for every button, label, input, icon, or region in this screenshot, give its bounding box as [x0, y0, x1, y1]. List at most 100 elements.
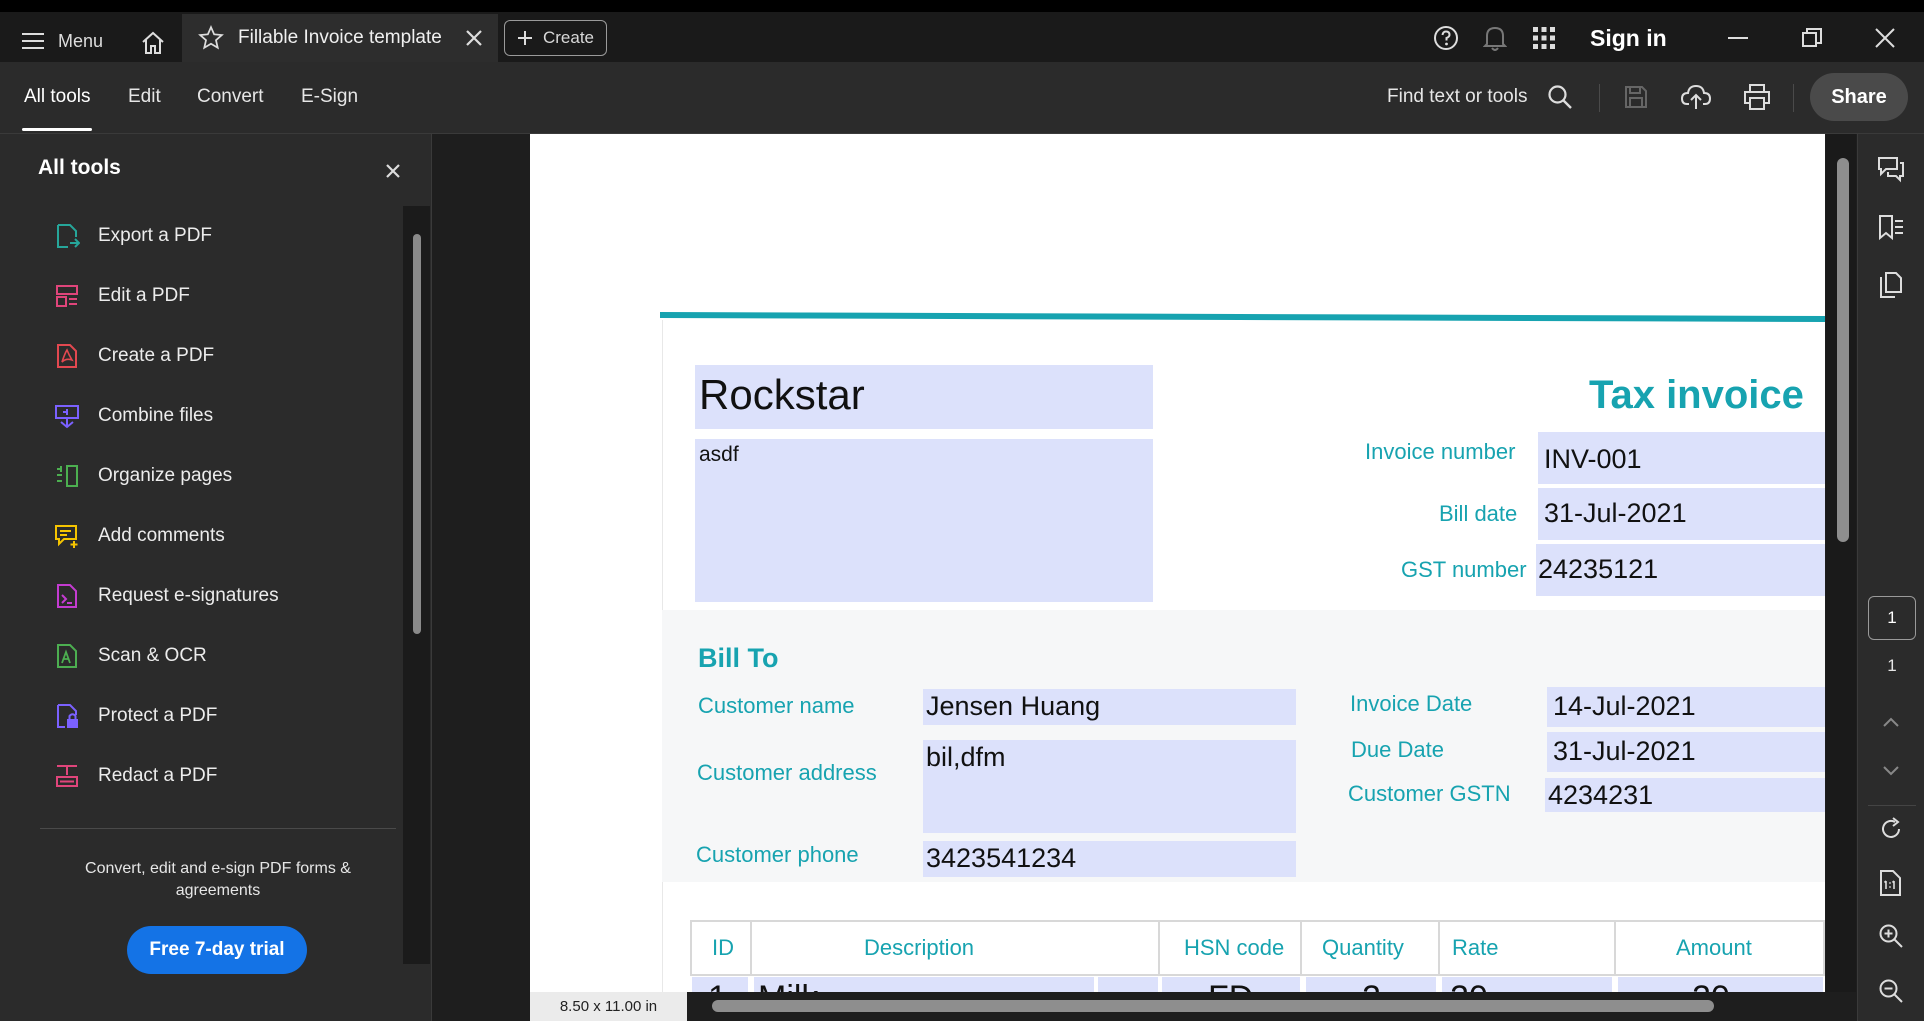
close-panel-icon[interactable]: [384, 162, 402, 180]
invoice-number-field[interactable]: INV-001: [1538, 432, 1825, 484]
tool-request-e-signatures[interactable]: Request e-signatures: [38, 566, 398, 626]
promo-text: Convert, edit and e-sign PDF forms & agr…: [85, 860, 351, 899]
zoom-out-button[interactable]: [1876, 976, 1906, 1006]
print-button[interactable]: [1742, 82, 1772, 112]
document-horizontal-scroll-thumb[interactable]: [712, 1000, 1714, 1012]
bill-date-label: Bill date: [1439, 501, 1518, 526]
invoice-date-field[interactable]: 14-Jul-2021: [1547, 687, 1825, 727]
tool-label: Create a PDF: [98, 345, 215, 366]
save-button[interactable]: [1621, 82, 1651, 112]
chevron-up-icon: [1883, 717, 1899, 727]
create-button[interactable]: Create: [504, 20, 607, 56]
tab-all-tools[interactable]: All tools: [24, 86, 91, 108]
star-icon[interactable]: [198, 25, 224, 51]
customer-gstn-field[interactable]: 4234231: [1545, 778, 1825, 812]
tool-add-comments[interactable]: Add comments: [38, 506, 398, 566]
tool-create-pdf[interactable]: Create a PDF: [38, 326, 398, 386]
all-tools-panel: All tools Export a PDF Edit a PDF Create…: [0, 134, 432, 1021]
tab-convert[interactable]: Convert: [197, 86, 264, 108]
bill-date-field[interactable]: 31-Jul-2021: [1538, 488, 1825, 540]
tool-organize-pages[interactable]: Organize pages: [38, 446, 398, 506]
next-page-button[interactable]: [1876, 756, 1906, 786]
printer-icon: [1744, 84, 1770, 110]
combine-files-icon: [55, 405, 79, 429]
bookmarks-button[interactable]: [1876, 212, 1906, 242]
tool-label: Redact a PDF: [98, 765, 218, 786]
help-icon: [1434, 26, 1458, 50]
search-icon: [1548, 85, 1572, 109]
due-date-field[interactable]: 31-Jul-2021: [1547, 732, 1825, 772]
tools-list: Export a PDF Edit a PDF Create a PDF Com…: [38, 206, 398, 806]
company-name-field[interactable]: Rockstar: [695, 365, 1153, 429]
title-bar: Menu Fillable Invoice template Create Si…: [0, 0, 1924, 62]
customer-gstn-label: Customer GSTN: [1348, 781, 1511, 806]
share-button[interactable]: Share: [1810, 73, 1908, 121]
minimize-button[interactable]: [1727, 20, 1749, 56]
apps-grid-icon: [1533, 27, 1555, 49]
zoom-in-button[interactable]: [1876, 921, 1906, 951]
th-quantity: Quantity: [1302, 922, 1440, 974]
tool-protect-pdf[interactable]: Protect a PDF: [38, 686, 398, 746]
th-description: Description: [752, 922, 1160, 974]
th-rate: Rate: [1440, 922, 1616, 974]
panel-title: All tools: [38, 156, 121, 179]
customer-address-field[interactable]: bil,dfm: [923, 740, 1296, 833]
main-toolbar: All tools Edit Convert E-Sign Find text …: [0, 62, 1924, 134]
comments-icon: [1878, 157, 1904, 183]
free-trial-button[interactable]: Free 7-day trial: [127, 926, 307, 974]
tool-label: Organize pages: [98, 465, 233, 486]
rotate-icon: [1882, 817, 1900, 838]
current-page-input[interactable]: 1: [1868, 596, 1916, 640]
create-pdf-icon: [57, 344, 77, 368]
actual-size-icon: [1880, 870, 1901, 896]
actual-size-button[interactable]: [1876, 868, 1906, 898]
rotate-button[interactable]: [1876, 814, 1906, 844]
document-vertical-scroll-thumb[interactable]: [1837, 158, 1849, 542]
pages-button[interactable]: [1876, 270, 1906, 300]
tool-redact-pdf[interactable]: Redact a PDF: [38, 746, 398, 806]
tool-combine-files[interactable]: Combine files: [38, 386, 398, 446]
menu-button[interactable]: Menu: [22, 26, 103, 56]
tab-edit[interactable]: Edit: [128, 86, 161, 108]
tool-label: Edit a PDF: [98, 285, 190, 306]
gst-number-label: GST number: [1401, 557, 1527, 582]
sign-in-button[interactable]: Sign in: [1590, 20, 1667, 56]
comments-button[interactable]: [1876, 154, 1906, 184]
restore-button[interactable]: [1801, 20, 1823, 56]
cloud-upload-icon: [1681, 84, 1711, 109]
search-button[interactable]: [1545, 82, 1575, 112]
upload-cloud-button[interactable]: [1681, 82, 1711, 112]
tool-edit-pdf[interactable]: Edit a PDF: [38, 266, 398, 326]
invoice-date-label: Invoice Date: [1350, 691, 1473, 716]
export-pdf-icon: [57, 224, 80, 248]
redact-pdf-icon: [56, 765, 78, 787]
find-text-or-tools[interactable]: Find text or tools: [1387, 86, 1527, 108]
company-address-field[interactable]: asdf: [695, 439, 1153, 602]
close-window-button[interactable]: [1874, 20, 1896, 56]
notifications-button[interactable]: [1483, 20, 1507, 56]
items-table-header: ID Description HSN code Quantity Rate Am…: [690, 920, 1825, 976]
invoice-number-label: Invoice number: [1365, 439, 1516, 464]
close-tab-icon[interactable]: [464, 28, 484, 48]
tool-export-pdf[interactable]: Export a PDF: [38, 206, 398, 266]
gst-number-field[interactable]: 24235121: [1536, 544, 1825, 596]
tab-title: Fillable Invoice template: [238, 27, 442, 48]
rail-divider: [1868, 805, 1916, 806]
document-tab[interactable]: Fillable Invoice template: [182, 14, 498, 62]
zoom-out-icon: [1879, 979, 1903, 1003]
tool-label: Scan & OCR: [98, 645, 207, 666]
customer-name-field[interactable]: Jensen Huang: [923, 689, 1296, 725]
save-icon: [1625, 86, 1647, 108]
create-label: Create: [542, 28, 595, 47]
tab-e-sign[interactable]: E-Sign: [301, 86, 358, 108]
home-button[interactable]: [136, 26, 170, 60]
tool-scan-ocr[interactable]: Scan & OCR: [38, 626, 398, 686]
previous-page-button[interactable]: [1876, 707, 1906, 737]
apps-button[interactable]: [1533, 20, 1555, 56]
customer-phone-field[interactable]: 3423541234: [923, 841, 1296, 877]
customer-address-label: Customer address: [697, 760, 877, 785]
menu-label: Menu: [58, 30, 104, 51]
help-button[interactable]: [1433, 20, 1459, 56]
panel-scroll-thumb[interactable]: [413, 234, 421, 634]
total-pages: 1: [1887, 656, 1897, 675]
